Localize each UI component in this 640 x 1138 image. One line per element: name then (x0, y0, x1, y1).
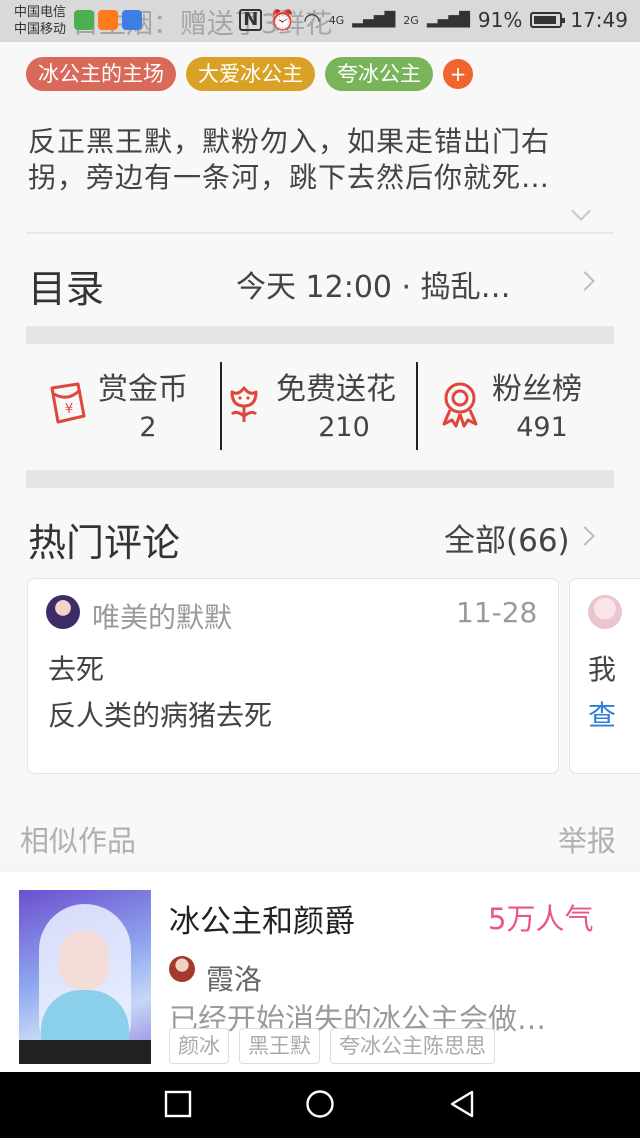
work-popularity: 5万人气 (488, 902, 594, 936)
svg-text:¥: ¥ (65, 402, 73, 417)
view-more-link[interactable]: 查 (588, 693, 616, 739)
reward-label: 赏金币 (98, 372, 188, 407)
work-cover-image[interactable] (19, 890, 151, 1064)
fans-value: 491 (516, 412, 568, 443)
tag-item[interactable]: 冰公主的主场 (26, 57, 176, 91)
work-title[interactable]: 冰公主和颜爵 (169, 896, 355, 941)
status-bar: 中国电信 中国移动 日主烟：赠送了3鲜花 N ⏰ ◠ 4G ▂▄▆█ 2G ▂▄… (0, 0, 640, 42)
work-tag[interactable]: 夸冰公主陈思思 (330, 1028, 495, 1064)
comment-text: 我 查 (588, 647, 616, 739)
reward-value: 2 (139, 412, 157, 443)
alarm-icon: ⏰ (270, 8, 296, 32)
signal-2-icon: ▂▄▆█ (426, 12, 470, 28)
work-tag[interactable]: 颜冰 (169, 1028, 229, 1064)
report-button[interactable]: 举报 (558, 818, 616, 860)
notification-icons (74, 10, 142, 30)
comment-date: 11-28 (456, 596, 538, 629)
work-author[interactable]: 霞洛 (206, 958, 262, 998)
similar-works-title: 相似作品 (20, 824, 137, 858)
wifi-icon: ◠ (303, 8, 321, 32)
flower-label: 免费送花 (276, 372, 396, 407)
free-flower-button[interactable]: 免费送花 210 (222, 360, 416, 452)
app-notification-icon (98, 10, 118, 30)
avatar[interactable] (588, 595, 622, 629)
clock: 17:49 (570, 8, 628, 32)
carrier-names: 中国电信 中国移动 (14, 4, 66, 38)
comment-card[interactable]: 唯美的默默 11-28 去死 反人类的病猪去死 (27, 578, 559, 774)
work-tag[interactable]: 黑王默 (239, 1028, 320, 1064)
fan-ranking-button[interactable]: 粉丝榜 491 (418, 360, 614, 452)
hot-comments-title: 热门评论 (28, 521, 181, 565)
story-intro[interactable]: 反正黑王默，默粉勿入，如果走错出门右 拐，旁边有一条河，跳下去然后你就死… (28, 124, 616, 196)
battery-icon (530, 12, 566, 28)
catalog-title[interactable]: 目录 (28, 258, 104, 313)
comment-line-1: 去死 (48, 653, 105, 686)
section-separator (26, 470, 614, 488)
network-1-label: 4G (328, 13, 345, 27)
divider (26, 232, 614, 234)
flower-icon (230, 386, 258, 422)
system-indicators: N ⏰ ◠ 4G ▂▄▆█ 2G ▂▄▆█ 91% 17:49 (239, 8, 628, 32)
carrier-1: 中国电信 (14, 5, 67, 20)
comment-line-2: 反人类的病猪去死 (48, 699, 273, 732)
red-envelope-icon: ¥ (50, 382, 86, 424)
author-avatar (169, 956, 195, 982)
system-nav-bar (0, 1072, 640, 1138)
tag-list: 冰公主的主场 大爱冰公主 夸冰公主 + (26, 57, 473, 91)
comment-text: 去死 反人类的病猪去死 (48, 647, 272, 739)
network-2-label: 2G (403, 13, 419, 27)
circle-home-icon[interactable] (305, 1089, 335, 1119)
stats-row: ¥ 赏金币 2 免费送花 210 粉丝榜 491 (26, 360, 614, 452)
square-recent-icon[interactable] (164, 1090, 192, 1118)
triangle-back-icon[interactable] (448, 1089, 476, 1119)
intro-line-2: 拐，旁边有一条河，跳下去然后你就死… (28, 161, 551, 194)
comment-username[interactable]: 唯美的默默 (92, 596, 232, 636)
tag-item[interactable]: 大爱冰公主 (186, 57, 315, 91)
nfc-icon: N (239, 9, 263, 31)
tag-item[interactable]: 夸冰公主 (325, 57, 433, 91)
battery-percent: 91% (477, 8, 523, 32)
add-tag-button[interactable]: + (443, 59, 473, 89)
comment-card[interactable]: 我 查 (569, 578, 640, 774)
intro-line-1: 反正黑王默，默粉勿入，如果走错出门右 (28, 125, 551, 158)
flower-value: 210 (318, 412, 370, 443)
comment-line-1: 我 (588, 653, 617, 686)
cover-face (59, 930, 109, 990)
avatar[interactable] (46, 595, 80, 629)
fans-label: 粉丝榜 (492, 372, 582, 407)
app-screen: 中国电信 中国移动 日主烟：赠送了3鲜花 N ⏰ ◠ 4G ▂▄▆█ 2G ▂▄… (0, 0, 640, 1138)
work-tag-list: 颜冰 黑王默 夸冰公主陈思思 (169, 1028, 495, 1064)
similar-work-item[interactable]: 冰公主和颜爵 5万人气 霞洛 已经开始消失的冰公主会做… 颜冰 黑王默 夸冰公主… (0, 872, 640, 1072)
medal-icon (442, 382, 478, 428)
section-separator (26, 326, 614, 344)
cover-band (19, 1040, 151, 1064)
reward-coins-button[interactable]: ¥ 赏金币 2 (26, 360, 222, 452)
carrier-2: 中国移动 (14, 22, 67, 37)
catalog-latest-update[interactable]: 今天 12:00 · 捣乱… (236, 262, 511, 306)
wechat-icon (74, 10, 94, 30)
signal-1-icon: ▂▄▆█ (352, 12, 396, 28)
all-comments-link[interactable]: 全部(66) (444, 515, 570, 560)
video-app-icon (122, 10, 142, 30)
